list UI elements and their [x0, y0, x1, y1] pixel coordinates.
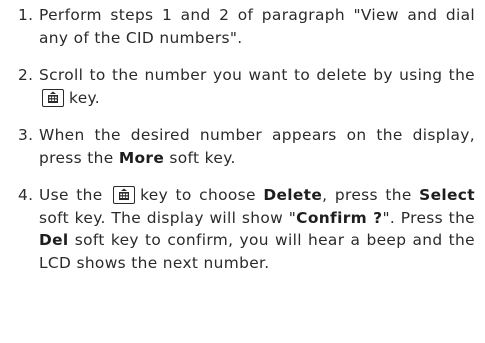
scroll-key-icon: [42, 88, 64, 107]
step-number: 4.: [18, 186, 34, 204]
step-text-part: When the desired number appears on the d…: [39, 126, 475, 167]
step-text-part: soft key.: [169, 148, 236, 167]
soft-key-name: Del: [39, 231, 69, 249]
step-number: 1.: [18, 6, 34, 24]
step-number: 3.: [18, 126, 34, 144]
step-text-part: key to choose: [140, 186, 256, 204]
step-3: 3. When the desired number appears on th…: [18, 124, 475, 169]
step-4: 4. Use the key to choose Delete, press t…: [18, 184, 475, 274]
step-text-part: key.: [69, 88, 101, 107]
menu-option-name: Delete: [263, 186, 323, 204]
soft-key-name: Select: [419, 186, 475, 204]
step-text-part: , press the: [322, 186, 412, 204]
step-text-part: ". Press the: [382, 208, 475, 227]
step-text-part: Use the: [39, 186, 103, 204]
soft-key-name: More: [118, 148, 165, 167]
instruction-list: 1. Perform steps 1 and 2 of paragraph "V…: [0, 0, 485, 343]
step-1: 1. Perform steps 1 and 2 of paragraph "V…: [18, 4, 475, 49]
step-text-part: soft key to confirm, you will hear a bee…: [39, 231, 475, 272]
step-text: When the desired number appears on the d…: [39, 124, 475, 169]
step-text-part: soft key. The display will show ": [39, 208, 297, 227]
step-text: Perform steps 1 and 2 of paragraph "View…: [39, 6, 475, 47]
step-text: Scroll to the number you want to delete …: [39, 64, 475, 109]
step-text-part: Scroll to the number you want to delete …: [39, 66, 475, 84]
display-message: Confirm ?: [296, 208, 383, 227]
step-text: Use the key to choose Delete, press the …: [39, 184, 475, 274]
step-number: 2.: [18, 66, 34, 84]
step-2: 2. Scroll to the number you want to dele…: [18, 64, 475, 109]
scroll-key-icon: [113, 186, 136, 204]
